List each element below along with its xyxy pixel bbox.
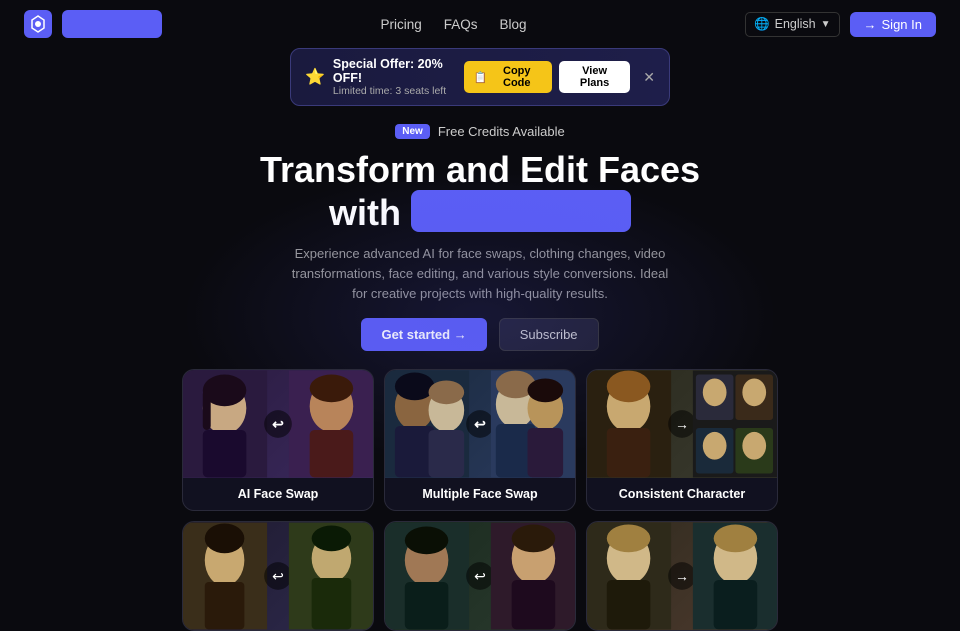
svg-text:→: →	[675, 568, 689, 584]
card-b2-image: ↩	[385, 522, 575, 630]
hero-description: Experience advanced AI for face swaps, c…	[290, 244, 670, 304]
sign-in-button[interactable]: → Sign In	[850, 12, 936, 37]
promo-left: ⭐ Special Offer: 20% OFF! Limited time: …	[305, 57, 464, 97]
bottom-cards-row: ↩ ↩	[0, 511, 960, 631]
hero-title-line1: Transform and Edit Faces	[260, 149, 700, 190]
svg-text:↩: ↩	[272, 568, 284, 584]
hero-actions: Get started → Subscribe	[20, 318, 940, 351]
card-b1-image: ↩	[183, 522, 373, 630]
get-started-label: Get started →	[381, 327, 466, 342]
promo-title: Special Offer: 20% OFF!	[333, 57, 464, 85]
copy-code-label: Copy Code	[492, 65, 542, 89]
badge-row: New Free Credits Available	[20, 124, 940, 139]
card-ai-image: ↩	[183, 370, 373, 478]
svg-text:→: →	[675, 416, 689, 432]
globe-icon: 🌐	[754, 17, 770, 32]
language-selector[interactable]: 🌐 English ▼	[745, 12, 839, 37]
feature-cards-row: ↩ AI Face Swap ↩	[0, 369, 960, 511]
sign-in-icon: →	[864, 17, 877, 32]
card-ai-label: AI Face Swap	[183, 478, 373, 510]
card-ai-face-swap[interactable]: ↩ AI Face Swap	[182, 369, 374, 511]
lang-label: English	[775, 17, 816, 31]
copy-code-button[interactable]: 📋 Copy Code	[464, 61, 552, 93]
sign-in-label: Sign In	[882, 17, 922, 32]
svg-text:↩: ↩	[474, 416, 486, 432]
promo-actions: 📋 Copy Code View Plans ✕	[464, 61, 655, 93]
view-plans-label: View Plans	[580, 65, 609, 89]
card-multiple-face-swap[interactable]: ↩ Multiple Face Swap	[384, 369, 576, 511]
promo-subtitle: Limited time: 3 seats left	[333, 85, 464, 97]
new-badge: New	[395, 124, 430, 139]
svg-text:↩: ↩	[474, 568, 486, 584]
copy-icon: 📋	[474, 71, 488, 84]
view-plans-button[interactable]: View Plans	[559, 61, 630, 93]
nav-faqs[interactable]: FAQs	[444, 17, 478, 32]
promo-text: Special Offer: 20% OFF! Limited time: 3 …	[333, 57, 464, 97]
svg-text:↩: ↩	[272, 416, 284, 432]
free-credits-text: Free Credits Available	[438, 124, 565, 139]
nav-blog[interactable]: Blog	[500, 17, 527, 32]
card-multi-label: Multiple Face Swap	[385, 478, 575, 510]
card-consistent-character[interactable]: → Consistent Character	[586, 369, 778, 511]
card-multi-image: ↩	[385, 370, 575, 478]
nav-links: Pricing FAQs Blog	[380, 17, 526, 32]
card-bottom-2[interactable]: ↩	[384, 521, 576, 631]
promo-star-icon: ⭐	[305, 67, 325, 87]
hero-title-highlight	[411, 190, 631, 232]
promo-banner: ⭐ Special Offer: 20% OFF! Limited time: …	[290, 48, 670, 106]
hero-title: Transform and Edit Faces with	[20, 149, 940, 234]
get-started-button[interactable]: Get started →	[361, 318, 486, 351]
card-bottom-1[interactable]: ↩	[182, 521, 374, 631]
hero-title-line2: with	[329, 192, 401, 233]
logo-text	[62, 10, 162, 38]
nav-right: 🌐 English ▼ → Sign In	[745, 12, 936, 37]
card-consistent-label: Consistent Character	[587, 478, 777, 510]
nav-pricing[interactable]: Pricing	[380, 17, 421, 32]
navbar: Pricing FAQs Blog 🌐 English ▼ → Sign In	[0, 0, 960, 48]
logo-icon	[24, 10, 52, 38]
nav-left	[24, 10, 162, 38]
card-bottom-3[interactable]: →	[586, 521, 778, 631]
promo-close-button[interactable]: ✕	[643, 69, 655, 86]
subscribe-button[interactable]: Subscribe	[499, 318, 599, 351]
card-b3-image: →	[587, 522, 777, 630]
chevron-down-icon: ▼	[821, 19, 831, 30]
hero-section: New Free Credits Available Transform and…	[0, 116, 960, 351]
card-consistent-image: →	[587, 370, 777, 478]
subscribe-label: Subscribe	[520, 327, 578, 342]
